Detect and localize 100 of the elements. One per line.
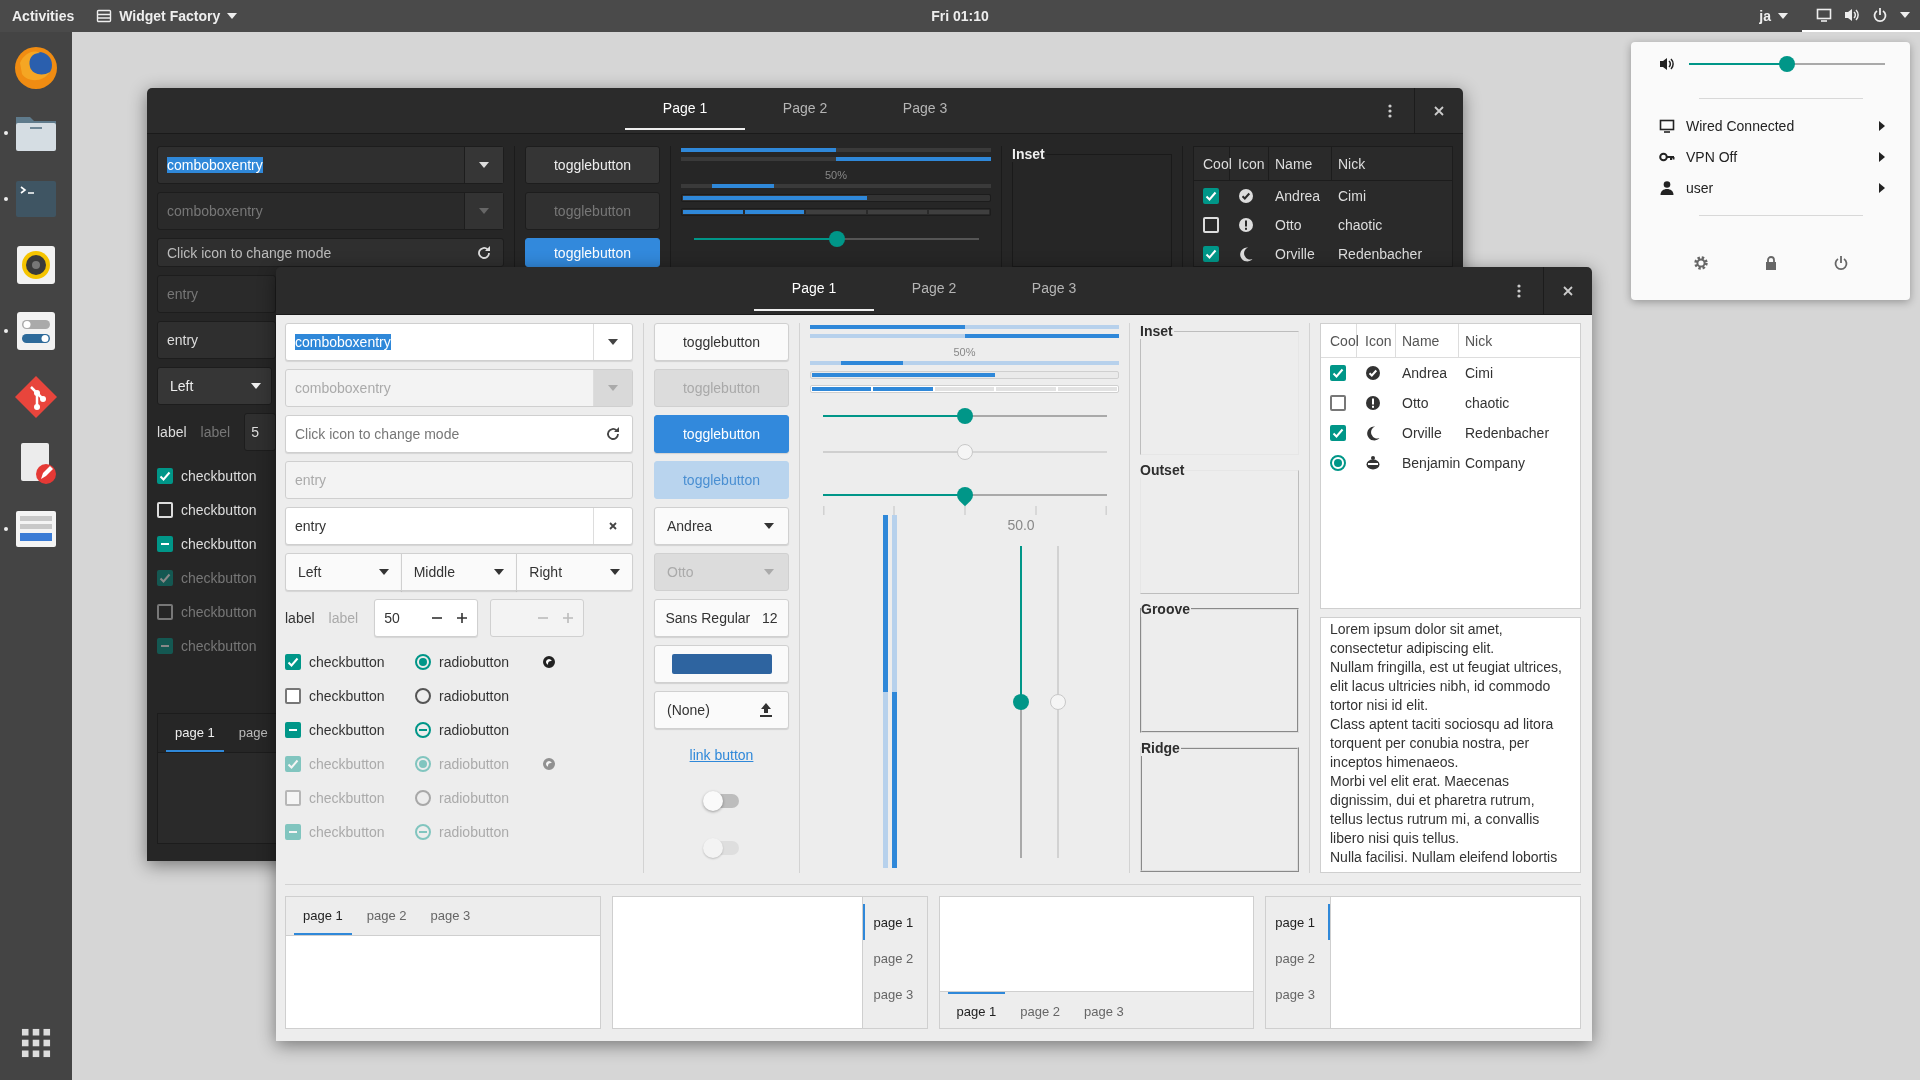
text-field[interactable]: entry [157, 321, 276, 359]
column-header[interactable]: Cool [1321, 324, 1357, 357]
checkbutton[interactable]: checkbutton [157, 527, 276, 561]
column-header[interactable]: Cool [1194, 147, 1230, 180]
toggle-button[interactable]: togglebutton [525, 238, 660, 267]
tab[interactable]: Page 1 [754, 267, 874, 311]
combo-box[interactable]: Right [516, 553, 633, 591]
radio-indicator[interactable] [415, 654, 431, 670]
toggle-button[interactable]: togglebutton [654, 415, 789, 453]
text-view[interactable] [1320, 617, 1581, 873]
tab[interactable]: Page 1 [625, 88, 745, 130]
tab[interactable]: Page 2 [745, 88, 865, 130]
checkbutton[interactable]: checkbutton [285, 645, 415, 679]
checkbox[interactable] [1203, 187, 1219, 204]
caret-icon [494, 569, 505, 575]
spin-field[interactable]: 5 [244, 413, 276, 451]
lock-icon[interactable] [1763, 255, 1779, 271]
checkbutton[interactable]: checkbutton [285, 713, 415, 747]
table-cell-text: Andrea [1401, 364, 1449, 383]
label: label [328, 610, 359, 626]
tab[interactable]: page 2 [862, 940, 927, 976]
input-source-menu[interactable]: ja [1745, 8, 1802, 24]
tab[interactable]: page 3 [1075, 992, 1133, 1028]
combobox-entry[interactable]: comboboxentry [285, 323, 633, 361]
slider-thumb[interactable] [1779, 56, 1795, 72]
radio-indicator[interactable] [415, 722, 431, 738]
slider-thumb[interactable] [1013, 694, 1029, 710]
combo-box[interactable]: Left [285, 553, 402, 591]
settings-icon[interactable] [1693, 255, 1709, 271]
activities-button[interactable]: Activities [0, 8, 87, 24]
checkbox[interactable] [285, 688, 301, 704]
refresh-icon[interactable] [476, 244, 492, 261]
column-header[interactable]: Name [1396, 324, 1459, 357]
combo-box[interactable]: Left [157, 367, 272, 405]
app-grid-icon[interactable] [21, 1028, 51, 1058]
tab[interactable]: page 1 [166, 714, 224, 752]
tab[interactable]: page [229, 714, 276, 752]
checkbox[interactable] [285, 722, 301, 738]
radiobutton[interactable]: radiobutton [415, 713, 543, 747]
menu-item[interactable]: user [1659, 172, 1885, 203]
text-field[interactable]: Click icon to change mode [285, 415, 633, 453]
column-header[interactable]: Nick [1459, 324, 1580, 357]
refresh-icon[interactable] [605, 426, 621, 442]
file-button[interactable]: (None) [654, 691, 789, 729]
radio-indicator[interactable] [1330, 455, 1346, 471]
tab[interactable]: page 3 [421, 897, 480, 935]
tab[interactable]: Page 3 [865, 88, 985, 130]
person-icon [1659, 179, 1675, 196]
volume-slider[interactable] [1689, 54, 1885, 74]
checkbox[interactable] [1203, 245, 1219, 262]
combo-box[interactable]: Andrea [654, 507, 789, 545]
radio-indicator[interactable] [415, 688, 431, 704]
slider-thumb[interactable] [957, 408, 973, 424]
toggle-button[interactable]: togglebutton [525, 146, 660, 184]
tab[interactable]: page 3 [1266, 976, 1331, 1012]
color-button[interactable] [654, 645, 789, 683]
text-field[interactable]: Click icon to change mode [157, 238, 504, 267]
caret-icon [479, 162, 489, 168]
column-header[interactable]: Icon [1357, 324, 1396, 357]
text-field[interactable]: entry [285, 507, 633, 545]
radio-icon[interactable] [543, 656, 555, 668]
clock[interactable]: Fri 01:10 [931, 8, 989, 24]
progress-label: 50% [824, 168, 848, 182]
font-button[interactable]: Sans Regular 12 [654, 599, 789, 637]
radiobutton[interactable]: radiobutton [415, 645, 543, 679]
combo-box[interactable]: Middle [400, 553, 518, 591]
checkbox[interactable] [1330, 425, 1346, 441]
spin-button[interactable]: 50 [374, 599, 479, 637]
tab[interactable]: Page 3 [994, 267, 1114, 311]
checkbox[interactable] [157, 536, 173, 552]
checkbutton[interactable]: checkbutton [157, 459, 276, 493]
checkbox[interactable] [157, 468, 173, 484]
slider[interactable] [694, 229, 979, 249]
toggle-button[interactable]: togglebutton [654, 323, 789, 361]
radiobutton[interactable]: radiobutton [415, 679, 543, 713]
dropdown-button[interactable] [464, 147, 503, 183]
slider[interactable] [1011, 546, 1031, 858]
slider[interactable] [823, 406, 1107, 426]
app-menu[interactable]: Widget Factory [86, 8, 248, 24]
tab[interactable]: page 2 [357, 897, 416, 935]
menu-item[interactable]: VPN Off [1659, 141, 1885, 172]
tab[interactable]: page 2 [1011, 992, 1070, 1028]
switch[interactable] [704, 793, 739, 808]
tab[interactable]: page 2 [1266, 940, 1331, 976]
slider[interactable] [823, 485, 1107, 505]
checkbox[interactable] [1330, 395, 1346, 411]
tab[interactable]: page 3 [862, 976, 927, 1012]
checkbox[interactable] [285, 654, 301, 670]
tab[interactable]: Page 2 [874, 267, 994, 311]
column-header[interactable]: Icon [1230, 147, 1269, 180]
slider-thumb[interactable] [828, 231, 845, 247]
power-icon[interactable] [1833, 255, 1849, 271]
checkbutton[interactable]: checkbutton [285, 679, 415, 713]
checkbox[interactable] [1330, 365, 1346, 381]
column-header[interactable]: Nick [1332, 147, 1452, 180]
column-header[interactable]: Name [1269, 147, 1332, 180]
menu-item[interactable]: Wired Connected [1659, 110, 1885, 141]
checkbutton[interactable]: checkbutton [157, 493, 276, 527]
combobox-entry[interactable]: comboboxentry [157, 146, 504, 184]
plus-icon[interactable] [456, 612, 469, 624]
